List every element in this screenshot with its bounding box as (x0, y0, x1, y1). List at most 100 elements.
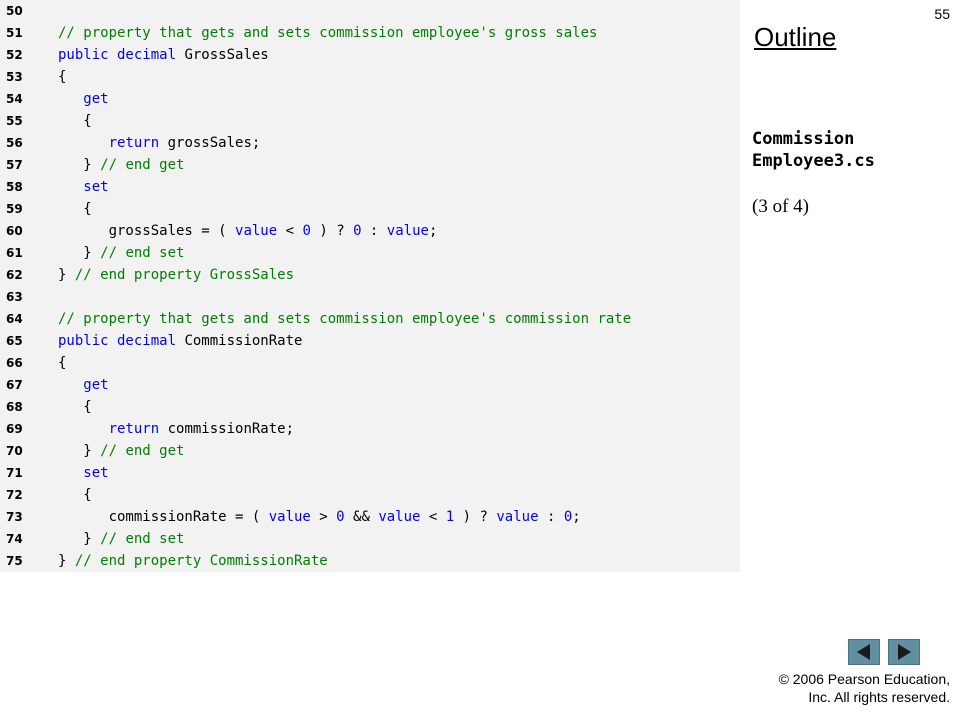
code-text: commissionRate = ( value > 0 && value < … (58, 506, 581, 528)
code-line: 54 get (0, 88, 740, 110)
keyword-token: value (386, 223, 429, 239)
code-text: { (58, 66, 66, 88)
comment-token: // end set (100, 245, 185, 261)
copyright-notice: © 2006 Pearson Education, Inc. All right… (779, 670, 950, 706)
code-token: ) ? (310, 223, 354, 239)
outline-link[interactable]: Outline (754, 22, 836, 53)
triangle-right-icon (898, 644, 911, 660)
code-token: > (310, 509, 337, 525)
code-line: 56 return grossSales; (0, 132, 740, 154)
code-line: 64 // property that gets and sets commiss… (0, 308, 740, 330)
code-line: 75} // end property CommissionRate (0, 550, 740, 572)
file-name: Commission Employee3.cs (752, 128, 942, 172)
line-number: 65 (6, 334, 23, 348)
keyword-token: 0 (302, 223, 311, 239)
line-number: 71 (6, 466, 23, 480)
code-line: 52 public decimal GrossSales (0, 44, 740, 66)
code-text: get (58, 88, 108, 110)
code-token: : (538, 509, 564, 525)
slide: 50 51 // property that gets and sets commi… (0, 0, 960, 720)
comment-token: // end set (100, 531, 185, 547)
code-line: 60 grossSales = ( value < 0 ) ? 0 : valu… (0, 220, 740, 242)
line-number: 54 (6, 92, 23, 106)
code-text: set (58, 462, 109, 484)
code-line: 69 return commissionRate; (0, 418, 740, 440)
code-text: { (58, 484, 92, 506)
code-token: grossSales = ( (58, 223, 236, 239)
code-text: { (58, 110, 92, 132)
code-text: } // end property GrossSales (58, 264, 294, 286)
code-line: 53 { (0, 66, 740, 88)
code-text: public decimal CommissionRate (58, 330, 302, 352)
next-slide-button[interactable] (888, 639, 920, 665)
code-token: } (58, 531, 101, 547)
keyword-token: get (83, 377, 109, 393)
code-line: 57 } // end get (0, 154, 740, 176)
keyword-token: 1 (445, 509, 455, 525)
code-text: grossSales = ( value < 0 ) ? 0 : value; (58, 220, 438, 242)
code-text: { (58, 198, 92, 220)
code-token: } (58, 553, 75, 569)
keyword-token: 0 (563, 509, 573, 525)
code-text: } // end get (58, 154, 184, 176)
comment-token: // end property CommissionRate (74, 553, 328, 569)
code-token: : (361, 223, 387, 239)
code-token: ) ? (454, 509, 497, 525)
code-listing: 50 51 // property that gets and sets commi… (0, 0, 740, 572)
part-indicator: (3 of 4) (752, 196, 809, 217)
code-token: GrossSales (176, 47, 269, 63)
line-number: 50 (6, 4, 23, 18)
keyword-token: 0 (336, 509, 345, 525)
code-line: 72 { (0, 484, 740, 506)
previous-slide-button[interactable] (848, 639, 880, 665)
code-line: 65 public decimal CommissionRate (0, 330, 740, 352)
triangle-left-icon (857, 644, 870, 660)
keyword-token: public decimal (58, 47, 177, 63)
keyword-token: set (83, 465, 109, 481)
code-line: 59 { (0, 198, 740, 220)
keyword-token: value (268, 509, 311, 525)
code-token: ; (572, 509, 581, 525)
comment-token: // property that gets and sets commissio… (58, 311, 632, 327)
keyword-token: 0 (353, 223, 362, 239)
code-token: } (58, 157, 101, 173)
code-text: } // end set (58, 242, 184, 264)
comment-token: // end get (100, 443, 185, 459)
code-text: set (58, 176, 109, 198)
comment-token: // end get (100, 157, 185, 173)
code-token: < (420, 509, 446, 525)
code-text: { (58, 396, 91, 418)
code-token: { (58, 487, 92, 503)
code-token: } (58, 443, 101, 459)
line-number: 69 (6, 422, 23, 436)
code-line: 66 { (0, 352, 740, 374)
code-token: CommissionRate (176, 333, 303, 349)
code-token: { (58, 355, 67, 371)
line-number: 51 (6, 26, 23, 40)
line-number: 55 (6, 114, 23, 128)
keyword-token: set (83, 179, 109, 195)
code-line: 55 { (0, 110, 740, 132)
keyword-token: value (378, 509, 421, 525)
line-number: 64 (6, 312, 23, 326)
code-text: return grossSales; (58, 132, 261, 154)
code-token: { (58, 113, 92, 129)
code-text: return commissionRate; (58, 418, 294, 440)
code-token: { (58, 201, 92, 217)
line-number: 52 (6, 48, 23, 62)
line-number: 73 (6, 510, 23, 524)
code-line: 68 { (0, 396, 740, 418)
line-number: 74 (6, 532, 23, 546)
code-line: 67 get (0, 374, 740, 396)
line-number: 66 (6, 356, 23, 370)
line-number: 70 (6, 444, 23, 458)
comment-token: // property that gets and sets commissio… (58, 25, 598, 41)
line-number: 62 (6, 268, 23, 282)
keyword-token: public decimal (58, 333, 177, 349)
